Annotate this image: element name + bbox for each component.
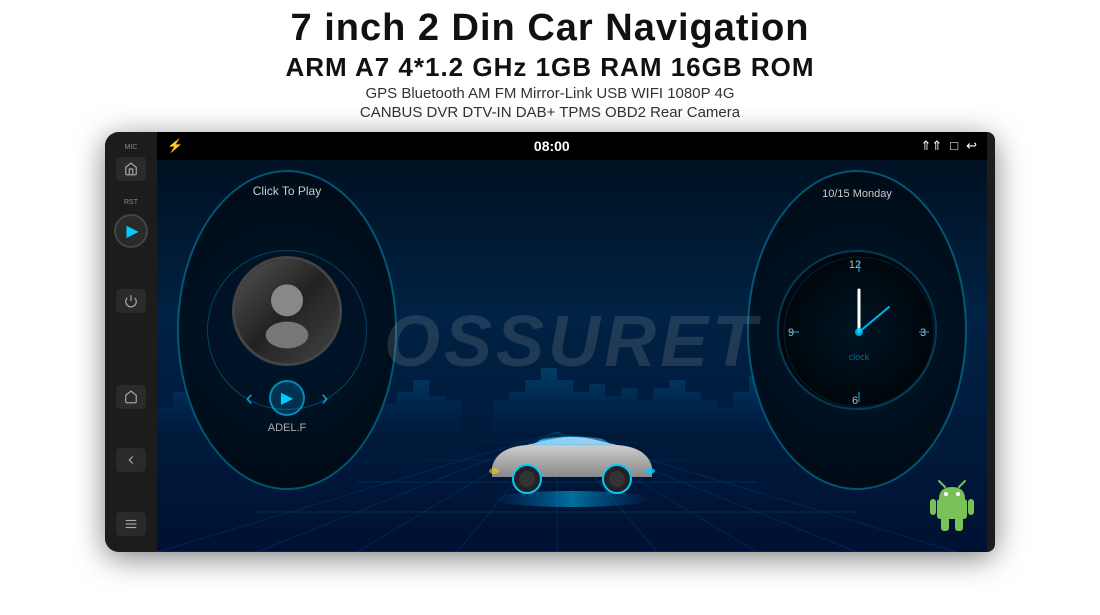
status-time: 08:00 [534,138,570,154]
button-group-top [105,155,157,183]
status-bar: ⚡ 08:00 ⇑⇑ □ ↩ [157,132,987,160]
home-icon-btn[interactable] [116,157,146,181]
window-icon: □ [950,138,958,153]
specs-line: ARM A7 4*1.2 GHz 1GB RAM 16GB ROM [0,52,1100,83]
album-art [232,256,342,366]
watermark: OSSURET [384,301,760,383]
music-player-circle: Click To Play ‹ [177,170,397,490]
back-button[interactable] [116,448,146,472]
menu-button[interactable] [116,512,146,536]
android-logo [927,477,977,542]
back-icon: ↩ [966,138,977,154]
device-outer: MIC RST ▶ [105,132,995,552]
svg-text:6: 6 [852,395,858,407]
svg-text:clock: clock [849,352,870,362]
album-face-art [235,259,339,363]
page-title: 7 inch 2 Din Car Navigation [0,8,1100,50]
features-line-2: CANBUS DVR DTV-IN DAB+ TPMS OBD2 Rear Ca… [0,104,1100,121]
status-left: ⚡ [167,138,183,154]
right-bezel [987,132,995,552]
car-svg [472,417,672,507]
left-panel: MIC RST ▶ [105,132,157,552]
screen-area[interactable]: OSSURET ⚡ 08:00 ⇑⇑ □ ↩ [157,132,987,552]
power-button[interactable] [116,289,146,313]
play-button[interactable]: ▶ [114,214,148,248]
expand-icon: ⇑⇑ [920,138,942,154]
page-container: 7 inch 2 Din Car Navigation ARM A7 4*1.2… [0,0,1100,615]
mic-label: MIC [125,144,138,151]
status-right: ⇑⇑ □ ↩ [920,138,977,154]
clock-circle: 10/15 Monday 12 3 6 9 [747,170,967,490]
song-title: ADEL.F [268,422,307,434]
features-line-1: GPS Bluetooth AM FM Mirror-Link USB WIFI… [0,85,1100,102]
car-center [472,417,672,512]
clock-face: 12 3 6 9 [777,250,937,410]
home-button-2[interactable] [116,385,146,409]
bluetooth-icon: ⚡ [167,138,183,154]
title-section: 7 inch 2 Din Car Navigation ARM A7 4*1.2… [0,0,1100,124]
rst-label: RST [124,199,138,206]
date-display: 10/15 Monday [822,188,892,200]
click-to-play-label: Click To Play [253,184,321,198]
device-wrapper: MIC RST ▶ [75,132,1025,552]
